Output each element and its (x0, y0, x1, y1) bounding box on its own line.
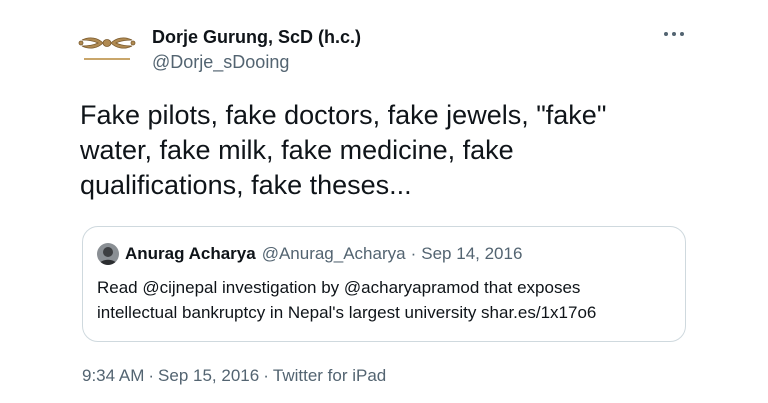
tweet-card: Dorje Gurung, ScD (h.c.) @Dorje_sDooing … (0, 0, 768, 403)
tweet-author[interactable]: Dorje Gurung, ScD (h.c.) @Dorje_sDooing (152, 26, 361, 73)
tweet-text: Fake pilots, fake doctors, fake jewels, … (80, 98, 700, 203)
tweet-date[interactable]: Sep 15, 2016 (158, 366, 259, 385)
tweet-source[interactable]: Twitter for iPad (273, 366, 386, 385)
quoted-author-avatar[interactable] (97, 243, 119, 265)
tweet-metadata: 9:34 AM · Sep 15, 2016 · Twitter for iPad (82, 366, 386, 386)
tweet-text-line: qualifications, fake theses... (80, 170, 412, 200)
separator-dot: · (148, 366, 155, 385)
quoted-text-line: intellectual bankruptcy in Nepal's large… (97, 303, 597, 322)
separator-dot: · (410, 244, 417, 263)
separator-dot: · (263, 366, 269, 385)
tweet-time[interactable]: 9:34 AM (82, 366, 144, 385)
author-handle[interactable]: @Dorje_sDooing (152, 51, 361, 73)
tweet-text-line: water, fake milk, fake medicine, fake (80, 135, 514, 165)
vajra-icon[interactable] (76, 26, 138, 70)
quoted-tweet-text: Read @cijnepal investigation by @acharya… (97, 275, 673, 325)
quoted-author-name[interactable]: Anurag Acharya (125, 244, 256, 264)
author-display-name[interactable]: Dorje Gurung, ScD (h.c.) (152, 26, 361, 48)
quoted-tweet-date[interactable]: Sep 14, 2016 (421, 244, 522, 264)
quoted-text-line: Read @cijnepal investigation by @acharya… (97, 278, 581, 297)
quoted-tweet[interactable]: Anurag Acharya @Anurag_Acharya · Sep 14,… (82, 226, 686, 342)
quoted-author-handle[interactable]: @Anurag_Acharya (262, 244, 406, 264)
quoted-tweet-header: Anurag Acharya @Anurag_Acharya · Sep 14,… (97, 243, 522, 265)
tweet-text-line: Fake pilots, fake doctors, fake jewels, … (80, 100, 607, 130)
more-options-icon[interactable] (658, 22, 690, 46)
